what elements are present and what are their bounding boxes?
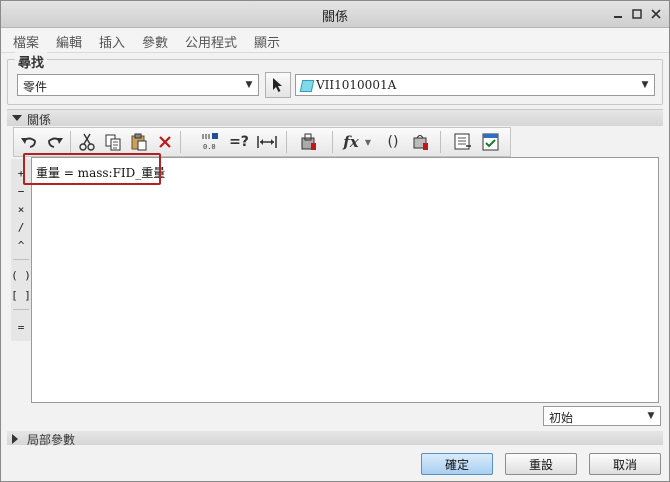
cut-button[interactable] xyxy=(76,131,98,153)
reset-button[interactable]: 重設 xyxy=(505,453,577,475)
redo-icon xyxy=(48,137,63,148)
chevron-down-icon: ▼ xyxy=(647,411,655,421)
window-title: 關係 xyxy=(321,10,348,25)
menu-utilities[interactable]: 公用程式 xyxy=(185,32,237,51)
close-icon xyxy=(651,9,661,19)
paste-button[interactable] xyxy=(128,131,150,153)
op-minus-button[interactable]: − xyxy=(11,183,31,199)
close-button[interactable] xyxy=(649,7,663,21)
dimension-icon xyxy=(257,136,277,148)
delete-button[interactable] xyxy=(154,131,176,153)
measure-button[interactable] xyxy=(256,131,278,153)
part-icon xyxy=(299,80,315,92)
scissors-icon xyxy=(79,133,95,151)
menu-insert[interactable]: 插入 xyxy=(99,32,125,51)
cursor-arrow-icon xyxy=(273,78,282,92)
redo-button[interactable] xyxy=(44,131,66,153)
relations-section-title: 關係 xyxy=(27,113,52,127)
verify-relations-button[interactable] xyxy=(452,131,474,153)
checklist-icon xyxy=(482,133,499,151)
op-parentheses-button[interactable]: ( ) xyxy=(11,267,31,283)
op-multiply-button[interactable]: × xyxy=(11,201,31,217)
relation-mode-select[interactable]: 初始 ▼ xyxy=(543,406,661,426)
title-bar: 關係 xyxy=(1,1,669,28)
highlight-annotation xyxy=(23,153,161,185)
delete-x-icon xyxy=(159,136,171,148)
menu-file[interactable]: 檔案 xyxy=(13,32,39,51)
chevron-down-icon: ▼ xyxy=(245,80,253,90)
op-equals-button[interactable]: = xyxy=(11,319,31,335)
sort-relations-button[interactable] xyxy=(298,131,320,153)
find-section-label: 尋找 xyxy=(15,52,48,71)
select-model-button[interactable] xyxy=(265,72,291,98)
display-values-icon: 0.0 xyxy=(202,133,218,151)
minimize-button[interactable] xyxy=(611,7,625,21)
expand-down-icon xyxy=(12,115,22,121)
copy-button[interactable] xyxy=(102,131,124,153)
ok-button[interactable]: 確定 xyxy=(421,453,493,475)
insert-parentheses-button[interactable]: () xyxy=(382,131,404,153)
insert-parameter-button[interactable] xyxy=(410,131,432,153)
copy-icon xyxy=(105,134,121,151)
chevron-down-icon: ▼ xyxy=(641,80,649,90)
maximize-button[interactable] xyxy=(630,7,644,21)
insert-function-button[interactable]: fx xyxy=(340,131,362,153)
expand-right-icon xyxy=(12,434,18,444)
object-type-select[interactable]: 零件 ▼ xyxy=(17,74,259,96)
op-brackets-button[interactable]: [ ] xyxy=(11,287,31,303)
menu-bar: 檔案 編輯 插入 參數 公用程式 顯示 xyxy=(1,28,669,53)
op-power-button[interactable]: ^ xyxy=(11,237,31,253)
op-divide-button[interactable]: / xyxy=(11,219,31,235)
operator-bar: + − × / ^ ( ) [ ] = xyxy=(11,159,32,341)
parameter-icon xyxy=(413,135,428,150)
verify-icon xyxy=(454,133,471,150)
relations-section-header[interactable]: 關係 xyxy=(7,109,663,127)
svg-text:0.0: 0.0 xyxy=(203,143,216,151)
object-type-value: 零件 xyxy=(23,80,48,94)
model-select[interactable]: VII1010001A ▼ xyxy=(295,74,655,96)
display-values-button[interactable]: 0.0 xyxy=(200,131,222,153)
local-params-section-header[interactable]: 局部參數 xyxy=(7,431,663,447)
maximize-icon xyxy=(632,9,642,19)
menu-parameters[interactable]: 參數 xyxy=(142,32,168,51)
model-value: VII1010001A xyxy=(316,78,397,92)
local-params-title: 局部參數 xyxy=(27,433,76,447)
relations-editor[interactable]: 重量 = mass:FID_重量 xyxy=(31,157,659,403)
sort-relations-icon xyxy=(301,133,316,150)
cancel-button[interactable]: 取消 xyxy=(589,453,661,475)
check-relations-button[interactable] xyxy=(480,131,502,153)
menu-edit[interactable]: 編輯 xyxy=(56,32,82,51)
evaluate-button[interactable]: =? xyxy=(228,131,250,153)
undo-button[interactable] xyxy=(18,131,40,153)
menu-display[interactable]: 顯示 xyxy=(254,32,280,51)
paste-icon xyxy=(131,133,147,151)
relations-dialog: 關係 檔案 編輯 插入 參數 公用程式 顯示 尋找 零件 ▼ VII101000… xyxy=(0,0,670,482)
relation-mode-value: 初始 xyxy=(549,411,574,425)
minimize-icon xyxy=(614,16,622,18)
undo-icon xyxy=(21,137,36,148)
function-dropdown-arrow[interactable]: ▼ xyxy=(362,131,374,153)
